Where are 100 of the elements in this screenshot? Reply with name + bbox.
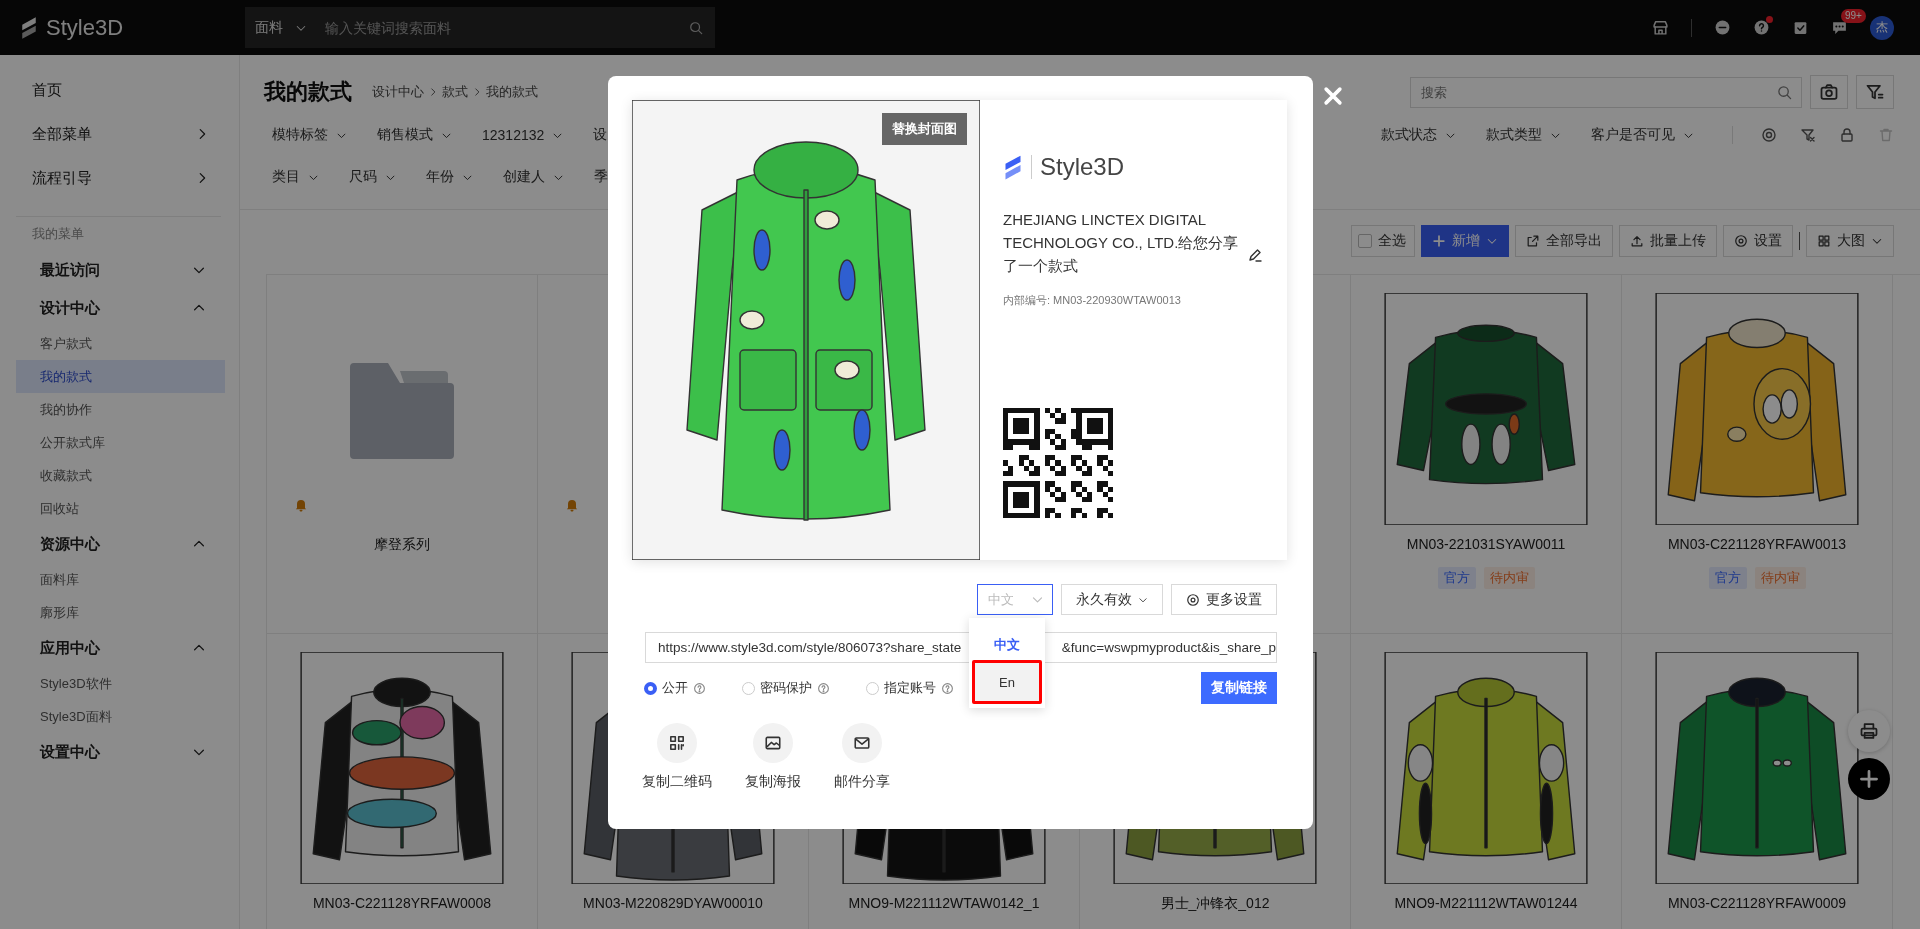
style-name: MNO9-M221112WTAW0142_1: [848, 894, 1040, 912]
menu-item[interactable]: 廓形库: [16, 596, 225, 629]
filter-dropdown[interactable]: 客户是否可见: [1583, 126, 1702, 144]
menu-item[interactable]: 公开款式库: [16, 426, 225, 459]
validity-dropdown[interactable]: 永久有效: [1061, 584, 1163, 615]
filter-dropdown[interactable]: 模特标签: [264, 126, 355, 144]
close-button[interactable]: [1322, 85, 1344, 107]
style-code: 内部编号: MN03-220930WTAW0013: [1003, 293, 1182, 308]
settings-icon: [1734, 234, 1748, 248]
view-dropdown[interactable]: 大图: [1806, 225, 1894, 257]
menu-group[interactable]: 设置中心: [0, 733, 239, 771]
share-action[interactable]: 邮件分享: [834, 723, 890, 791]
menu-item[interactable]: 回收站: [16, 492, 225, 525]
style-card[interactable]: MN03-C221128YRFAW0008: [267, 634, 538, 929]
filter-dropdown[interactable]: 类目: [264, 168, 327, 186]
share-action[interactable]: 复制海报: [745, 723, 801, 791]
filter-dropdown[interactable]: 销售模式: [369, 126, 460, 144]
lock-icon[interactable]: [1839, 127, 1855, 143]
close-icon: [1322, 85, 1344, 107]
menu-item[interactable]: 收藏款式: [16, 459, 225, 492]
print-button[interactable]: [1848, 710, 1890, 752]
style-card[interactable]: MNO9-M221112WTAW01244: [1351, 634, 1622, 929]
search-input[interactable]: 输入关键词搜索面料: [321, 19, 689, 36]
filter-dropdown[interactable]: 12312132: [474, 126, 572, 144]
bell-icon: [564, 497, 580, 513]
menu-item[interactable]: 流程引导: [0, 156, 239, 200]
menu-item[interactable]: Style3D软件: [16, 667, 225, 700]
search-field[interactable]: 输入关键词搜索面料: [321, 7, 715, 48]
scope-dropdown[interactable]: 面料: [245, 7, 321, 48]
breadcrumb-link[interactable]: 我的款式: [486, 83, 538, 101]
menu-item[interactable]: 全部菜单: [0, 112, 239, 156]
add-button[interactable]: [1848, 758, 1890, 800]
chevron-right-icon: [472, 87, 482, 97]
access-radio[interactable]: 公开: [644, 679, 706, 697]
settings-button[interactable]: 设置: [1723, 225, 1793, 257]
menu-item[interactable]: 我的协作: [16, 393, 225, 426]
help-icon[interactable]: [941, 681, 954, 695]
edit-icon[interactable]: [1247, 247, 1263, 263]
filter-button[interactable]: [1856, 75, 1894, 109]
filter-dropdown[interactable]: 设: [585, 126, 616, 144]
style-card[interactable]: MN03-221031SYAW0011 官方 待内审: [1351, 275, 1622, 634]
search-field[interactable]: 搜索: [1410, 76, 1802, 108]
export-button[interactable]: 全部导出: [1515, 225, 1613, 257]
help-icon[interactable]: [1753, 19, 1770, 36]
qr-code-icon: [668, 734, 686, 752]
target-icon[interactable]: [1761, 127, 1777, 143]
menu-group[interactable]: 资源中心: [0, 525, 239, 563]
minus-circle-icon[interactable]: [1714, 19, 1731, 36]
chat-icon[interactable]: [1831, 19, 1848, 36]
filter-dropdown[interactable]: 年份: [418, 168, 481, 186]
export-icon: [1526, 234, 1540, 248]
replace-cover-button[interactable]: 替换封面图: [882, 113, 967, 145]
menu-group[interactable]: 最近访问: [0, 251, 239, 289]
add-button[interactable]: 新增: [1421, 225, 1509, 257]
help-icon[interactable]: [693, 681, 706, 695]
menu-item[interactable]: 面料库: [16, 563, 225, 596]
breadcrumb-link[interactable]: 款式: [442, 83, 468, 101]
bell-icon: [293, 497, 309, 513]
filter-dropdown[interactable]: 创建人: [495, 168, 572, 186]
style-name: MN03-M220829DYAW00010: [583, 894, 763, 912]
style-name: 摩登系列: [374, 535, 430, 553]
camera-icon: [1819, 82, 1839, 102]
search-icon: [689, 20, 703, 35]
help-icon[interactable]: [817, 681, 830, 695]
filter-dropdown[interactable]: 尺码: [341, 168, 404, 186]
style-card[interactable]: MN03-C221128YRFAW0009: [1622, 634, 1893, 929]
grid-icon: [1817, 234, 1831, 248]
chevron-right-icon: [428, 87, 438, 97]
menu-option[interactable]: En: [972, 660, 1042, 704]
camera-button[interactable]: [1810, 75, 1848, 109]
checklist-icon[interactable]: [1792, 19, 1809, 36]
checkbox[interactable]: [1358, 234, 1372, 248]
settings-icon: [1186, 592, 1200, 607]
menu-group[interactable]: 应用中心: [0, 629, 239, 667]
copy-link-button[interactable]: 复制链接: [1201, 672, 1277, 704]
style-name: MN03-C221128YRFAW0009: [1667, 894, 1847, 912]
access-radio[interactable]: 指定账号: [866, 679, 954, 697]
filter-dropdown[interactable]: 款式类型: [1478, 126, 1569, 144]
access-radio[interactable]: 密码保护: [742, 679, 830, 697]
filter-dropdown[interactable]: 款式状态: [1373, 126, 1464, 144]
menu-group[interactable]: 设计中心: [0, 289, 239, 327]
search-icon[interactable]: [1777, 84, 1792, 100]
filter-dropdown[interactable]: 季: [586, 168, 616, 186]
style-card[interactable]: MN03-C221128YRFAW0013 官方 待内审: [1622, 275, 1893, 634]
menu-option[interactable]: 中文: [972, 630, 1042, 660]
select-all-checkbox[interactable]: 全选: [1351, 225, 1415, 257]
menu-item[interactable]: 首页: [0, 68, 239, 112]
menu-item[interactable]: 客户款式: [16, 327, 225, 360]
upload-button[interactable]: 批量上传: [1619, 225, 1717, 257]
menu-item[interactable]: Style3D面料: [16, 700, 225, 733]
style-name: MN03-C221128YRFAW0008: [312, 894, 492, 912]
style-card[interactable]: 摩登系列: [267, 275, 538, 634]
breadcrumb-link[interactable]: 设计中心: [372, 83, 424, 101]
printer-icon: [1859, 721, 1879, 741]
menu-item[interactable]: 我的款式: [16, 360, 225, 393]
filter-clear-icon[interactable]: [1800, 127, 1816, 143]
avatar[interactable]: 杰: [1870, 15, 1894, 40]
upload-icon: [1630, 234, 1644, 248]
store-icon[interactable]: [1652, 19, 1669, 36]
more-settings-button[interactable]: 更多设置: [1171, 584, 1277, 615]
